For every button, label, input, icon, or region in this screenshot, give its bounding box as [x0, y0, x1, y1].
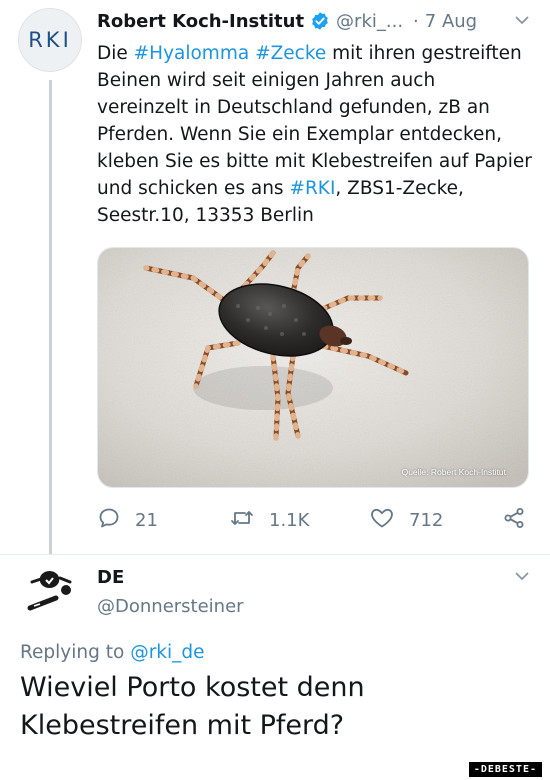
tweet-date[interactable]: 7 Aug [425, 11, 477, 32]
reply-author-name[interactable]: DE [97, 567, 124, 588]
tweet-divider [0, 554, 550, 555]
retweet-icon [229, 506, 255, 535]
thread-line [49, 80, 52, 555]
avatar-logo-text: RKI [28, 28, 72, 52]
retweet-count: 1.1K [269, 510, 310, 531]
tweet-image[interactable]: Quelle: Robert Koch-Institut [97, 247, 529, 488]
tweet-actions: 21 1.1K 712 [97, 506, 532, 540]
chevron-down-icon[interactable] [514, 12, 530, 32]
separator-dot: · [413, 10, 419, 32]
author-name[interactable]: Robert Koch-Institut [97, 11, 304, 32]
replying-to-link[interactable]: @rki_de [130, 642, 204, 663]
author-handle[interactable]: @rki_... [336, 11, 403, 32]
tick-photo [98, 248, 528, 487]
reply-button[interactable]: 21 [97, 506, 158, 535]
image-credit: Quelle: Robert Koch-Institut [401, 467, 506, 477]
avatar-rki[interactable]: RKI [18, 8, 82, 72]
heart-icon [369, 506, 395, 535]
hashtag-rki[interactable]: #RKI [289, 178, 335, 199]
hashtag-hyalomma[interactable]: #Hyalomma [134, 43, 250, 64]
share-button[interactable] [502, 506, 526, 535]
tweet-header: Robert Koch-Institut @rki_... · 7 Aug [97, 8, 530, 34]
reply-author-handle[interactable]: @Donnersteiner [97, 596, 244, 617]
hashtag-zecke[interactable]: #Zecke [255, 43, 326, 64]
like-count: 712 [409, 510, 444, 531]
verified-badge-icon [310, 11, 330, 31]
reply-count: 21 [135, 510, 158, 531]
reply-icon [97, 506, 121, 535]
share-icon [502, 506, 526, 535]
tweet-text: Die #Hyalomma #Zecke mit ihren gestreift… [97, 43, 532, 226]
avatar-de[interactable] [20, 560, 82, 622]
replying-to: Replying to @rki_de [20, 642, 205, 663]
chevron-down-icon[interactable] [514, 568, 530, 588]
watermark: -DEBESTE- [468, 762, 542, 777]
reply-text: Wieviel Porto kostet denn Klebestreifen … [20, 672, 365, 741]
retweet-button[interactable]: 1.1K [229, 506, 309, 535]
like-button[interactable]: 712 [369, 506, 443, 535]
